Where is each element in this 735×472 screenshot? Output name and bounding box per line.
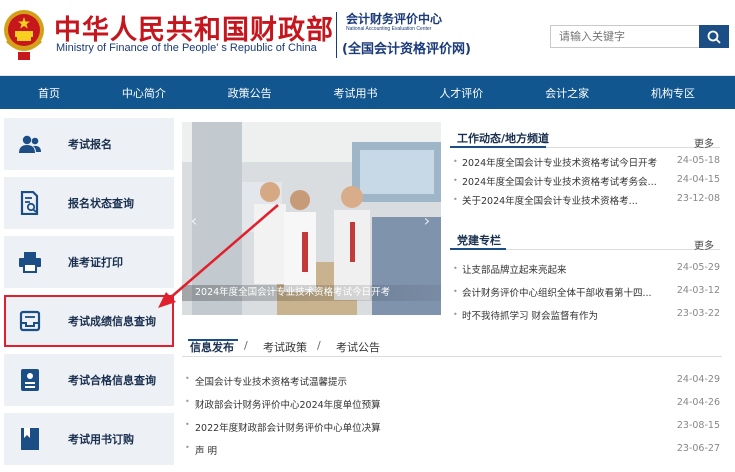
nav-policy[interactable]: 政策公告 — [228, 85, 272, 101]
news-date: 24-05-29 — [676, 262, 720, 273]
info-date: 23-08-15 — [676, 420, 720, 431]
info-title[interactable]: 财政部会计财务评价中心2024年度单位预算 — [195, 397, 381, 411]
bullet-icon: • — [185, 397, 190, 406]
hero-carousel[interactable]: ‹ › 2024年度全国会计专业技术资格考试今日开考 — [182, 122, 441, 315]
active-tab-underline — [188, 339, 238, 341]
header-divider — [336, 12, 337, 58]
document-search-icon — [16, 189, 44, 217]
center-title-cn: 会计财务评价中心 — [346, 12, 443, 26]
list-item[interactable]: • 财政部会计财务评价中心2024年度单位预算 24-04-26 — [182, 391, 722, 414]
list-item[interactable]: • 会计财务评价中心组织全体干部收看第十四... 24-03-12 — [450, 282, 720, 305]
bullet-icon: • — [453, 176, 458, 185]
certificate-icon — [16, 366, 44, 394]
list-item[interactable]: • 2022年度财政部会计财务评价中心单位决算 23-08-15 — [182, 414, 722, 437]
sidebar-item-label: 考试合格信息查询 — [68, 374, 156, 387]
list-item[interactable]: • 全国会计专业技术资格考试温馨提示 24-04-29 — [182, 368, 722, 391]
printer-icon — [16, 248, 44, 276]
news-date: 24-04-15 — [676, 174, 720, 185]
sidebar-item-qualification-query[interactable]: 考试合格信息查询 — [4, 354, 174, 406]
bullet-icon: • — [453, 195, 458, 204]
bullet-icon: • — [453, 287, 458, 296]
center-title-en: National Accounting Evaluation Center — [346, 26, 432, 32]
info-section: 信息发布 / 考试政策 / 考试公告 • 全国会计专业技术资格考试温馨提示 24-0… — [182, 332, 722, 460]
news-date: 23-03-22 — [676, 308, 720, 319]
bullet-icon: • — [453, 264, 458, 273]
info-date: 24-04-29 — [676, 374, 720, 385]
list-item[interactable]: • 声 明 23-06-27 — [182, 437, 722, 460]
news-title[interactable]: 时不我待抓学习 财会监督有作为 — [462, 308, 667, 322]
tab-exam-notice[interactable]: 考试公告 — [336, 339, 380, 355]
work-news-more-link[interactable]: 更多 — [694, 135, 714, 150]
quick-links-sidebar: 考试报名 报名状态查询 准考证打印 考试成绩信息查询 考试合格信息查询 考试用书… — [4, 118, 174, 472]
panel-title-underline — [450, 248, 506, 250]
sidebar-item-registration[interactable]: 考试报名 — [4, 118, 174, 170]
news-date: 24-03-12 — [676, 285, 720, 296]
info-title[interactable]: 声 明 — [195, 443, 217, 457]
news-date: 23-12-08 — [676, 193, 720, 204]
search-input[interactable] — [550, 25, 700, 48]
news-title[interactable]: 关于2024年度全国会计专业技术资格考... — [462, 193, 667, 207]
news-title[interactable]: 让支部品牌立起来亮起来 — [462, 262, 667, 276]
search-icon — [707, 30, 721, 44]
site-title-en: Ministry of Finance of the People' s Rep… — [56, 42, 317, 54]
tab-info-release[interactable]: 信息发布 — [190, 339, 234, 355]
tab-exam-policy[interactable]: 考试政策 — [263, 339, 307, 355]
info-tabs: 信息发布 / 考试政策 / 考试公告 — [182, 332, 722, 357]
book-icon — [16, 425, 44, 453]
news-date: 24-05-18 — [676, 155, 720, 166]
party-building-panel: 党建专栏 更多 • 让支部品牌立起来亮起来 24-05-29 • 会计财务评价中心组织… — [450, 228, 720, 328]
work-news-title[interactable]: 工作动态/地方频道 — [457, 130, 549, 146]
hero-caption[interactable]: 2024年度全国会计专业技术资格考试今日开考 — [182, 285, 441, 301]
info-date: 24-04-26 — [676, 397, 720, 408]
party-more-link[interactable]: 更多 — [694, 237, 714, 252]
sidebar-item-admission-print[interactable]: 准考证打印 — [4, 236, 174, 288]
list-item[interactable]: • 让支部品牌立起来亮起来 24-05-29 — [450, 259, 720, 282]
sidebar-item-label: 报名状态查询 — [68, 197, 134, 210]
sidebar-item-label: 考试成绩信息查询 — [68, 315, 156, 328]
search-button[interactable] — [699, 25, 729, 48]
list-item[interactable]: • 关于2024年度全国会计专业技术资格考... 23-12-08 — [450, 190, 720, 209]
sidebar-item-label: 考试报名 — [68, 138, 112, 151]
inbox-icon — [16, 307, 44, 335]
work-news-panel: 工作动态/地方频道 更多 • 2024年度全国会计专业技术资格考试今日开考 24-0… — [450, 126, 720, 209]
site-header: 中华人民共和国财政部 Ministry of Finance of the Pe… — [0, 0, 735, 76]
info-date: 23-06-27 — [676, 443, 720, 454]
bullet-icon: • — [453, 310, 458, 319]
nav-books[interactable]: 考试用书 — [333, 85, 377, 101]
bullet-icon: • — [185, 443, 190, 452]
info-title[interactable]: 2022年度财政部会计财务评价中心单位决算 — [195, 420, 381, 434]
list-item[interactable]: • 时不我待抓学习 财会监督有作为 23-03-22 — [450, 305, 720, 328]
tab-separator: / — [317, 339, 321, 352]
info-title[interactable]: 全国会计专业技术资格考试温馨提示 — [195, 374, 347, 388]
sidebar-item-label: 准考证打印 — [68, 256, 123, 269]
sidebar-item-book-order[interactable]: 考试用书订购 — [4, 413, 174, 465]
bullet-icon: • — [185, 374, 190, 383]
bullet-icon: • — [185, 420, 190, 429]
center-subtitle: (全国会计资格评价网) — [342, 42, 471, 57]
party-header: 党建专栏 更多 — [450, 228, 720, 252]
sidebar-item-status-query[interactable]: 报名状态查询 — [4, 177, 174, 229]
nav-accountant-home[interactable]: 会计之家 — [545, 85, 589, 101]
news-title[interactable]: 会计财务评价中心组织全体干部收看第十四... — [462, 285, 667, 299]
list-item[interactable]: • 2024年度全国会计专业技术资格考试今日开考 24-05-18 — [450, 152, 720, 171]
main-nav: 首页 中心简介 政策公告 考试用书 人才评价 会计之家 机构专区 — [0, 76, 735, 109]
users-icon — [16, 130, 44, 158]
sidebar-item-score-query[interactable]: 考试成绩信息查询 — [4, 295, 174, 347]
panel-title-underline — [450, 146, 546, 148]
work-news-header: 工作动态/地方频道 更多 — [450, 126, 720, 150]
carousel-next-icon[interactable]: › — [419, 210, 435, 232]
nav-talent[interactable]: 人才评价 — [439, 85, 483, 101]
nav-institutions[interactable]: 机构专区 — [651, 85, 695, 101]
carousel-prev-icon[interactable]: ‹ — [186, 210, 202, 232]
nav-about[interactable]: 中心简介 — [122, 85, 166, 101]
sidebar-item-label: 考试用书订购 — [68, 433, 134, 446]
national-emblem-icon — [4, 10, 44, 60]
tab-separator: / — [244, 339, 248, 352]
nav-home[interactable]: 首页 — [38, 85, 60, 101]
party-title[interactable]: 党建专栏 — [457, 232, 501, 248]
news-title[interactable]: 2024年度全国会计专业技术资格考试考务会... — [462, 174, 667, 188]
bullet-icon: • — [453, 157, 458, 166]
news-title[interactable]: 2024年度全国会计专业技术资格考试今日开考 — [462, 155, 667, 169]
list-item[interactable]: • 2024年度全国会计专业技术资格考试考务会... 24-04-15 — [450, 171, 720, 190]
